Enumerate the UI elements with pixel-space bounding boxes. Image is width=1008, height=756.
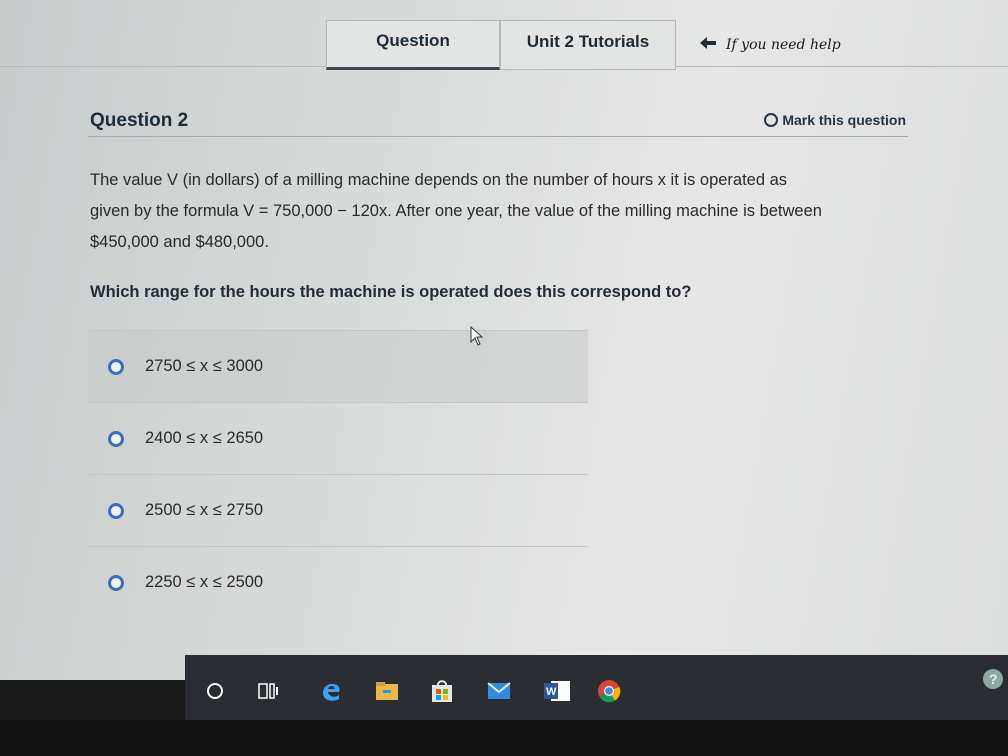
tab-unit-2-tutorials[interactable]: Unit 2 Tutorials bbox=[500, 20, 676, 70]
answer-option-label: 2500 ≤ x ≤ 2750 bbox=[145, 501, 264, 519]
mark-circle-icon bbox=[764, 113, 779, 127]
question-title: Question 2 bbox=[90, 110, 189, 131]
store-icon[interactable] bbox=[430, 679, 454, 703]
svg-text:?: ? bbox=[989, 671, 998, 687]
edge-icon[interactable] bbox=[319, 679, 343, 703]
help-link[interactable]: If you need help bbox=[700, 36, 841, 54]
help-text: If you need help bbox=[726, 37, 841, 53]
answer-option-4[interactable]: 2250 ≤ x ≤ 2500 bbox=[88, 546, 588, 618]
mark-question-button[interactable]: Mark this question bbox=[764, 112, 906, 128]
answer-option-label: 2250 ≤ x ≤ 2500 bbox=[145, 573, 264, 591]
answer-option-label: 2400 ≤ x ≤ 2650 bbox=[145, 429, 264, 447]
question-ask: Which range for the hours the machine is… bbox=[90, 283, 692, 301]
answer-option-1[interactable]: 2750 ≤ x ≤ 3000 bbox=[88, 330, 588, 402]
cortana-circle-icon[interactable] bbox=[203, 679, 227, 703]
browser-screen: Question Unit 2 Tutorials If you need he… bbox=[0, 0, 1008, 680]
radio-button[interactable] bbox=[108, 574, 124, 591]
svg-text:W: W bbox=[546, 686, 557, 698]
answer-option-label: 2750 ≤ x ≤ 3000 bbox=[145, 357, 264, 375]
back-arrow-icon bbox=[700, 36, 716, 54]
answer-option-3[interactable]: 2500 ≤ x ≤ 2750 bbox=[88, 474, 588, 546]
monitor-bezel bbox=[0, 720, 1008, 756]
top-navigation: Question Unit 2 Tutorials If you need he… bbox=[0, 12, 1008, 70]
mouse-cursor-icon bbox=[470, 325, 484, 351]
radio-button[interactable] bbox=[108, 358, 124, 375]
answer-option-2[interactable]: 2400 ≤ x ≤ 2650 bbox=[88, 402, 588, 474]
tab-question[interactable]: Question bbox=[326, 20, 500, 70]
mail-icon[interactable] bbox=[487, 679, 511, 703]
word-icon[interactable]: W bbox=[543, 679, 571, 703]
prompt-line-3: $450,000 and $480,000. bbox=[90, 233, 269, 251]
chrome-icon[interactable] bbox=[597, 679, 621, 703]
mark-question-label: Mark this question bbox=[782, 112, 906, 128]
radio-button[interactable] bbox=[108, 430, 124, 447]
file-explorer-icon[interactable] bbox=[375, 679, 399, 703]
tab-question-label: Question bbox=[376, 31, 450, 50]
prompt-line-2: given by the formula V = 750,000 − 120x.… bbox=[90, 202, 822, 220]
radio-button[interactable] bbox=[108, 502, 124, 519]
answer-options: 2750 ≤ x ≤ 3000 2400 ≤ x ≤ 2650 2500 ≤ x… bbox=[88, 330, 588, 618]
prompt-line-1: The value V (in dollars) of a milling ma… bbox=[90, 171, 788, 189]
task-view-icon[interactable] bbox=[257, 679, 281, 703]
windows-taskbar: W ? bbox=[185, 655, 1008, 720]
help-icon[interactable]: ? bbox=[981, 667, 1005, 691]
question-prompt: The value V (in dollars) of a milling ma… bbox=[90, 165, 920, 258]
tab-tutorials-label: Unit 2 Tutorials bbox=[526, 32, 650, 51]
question-header: Question 2 Mark this question bbox=[88, 110, 908, 137]
